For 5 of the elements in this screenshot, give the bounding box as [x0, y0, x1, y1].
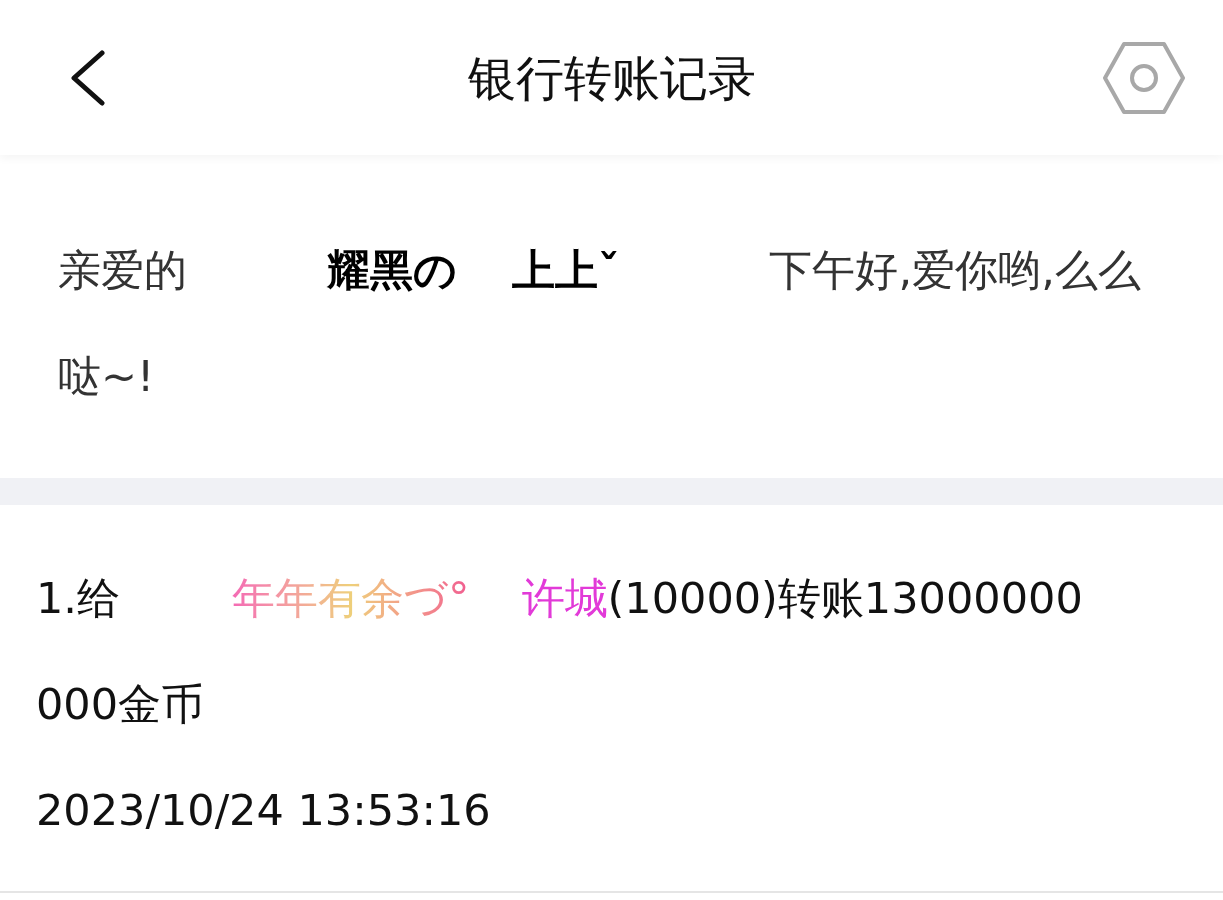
record-text: 1.给 年年有余づ° 许城(10000)转账13000000000金币 — [36, 572, 1084, 731]
page-title: 银行转账记录 — [467, 48, 756, 108]
back-icon[interactable] — [68, 49, 106, 106]
record-time: 2023/10/24 13:53:16 — [36, 784, 492, 837]
greeting-text: 亲爱的 耀黑の 上上ˇ 下午好,爱你哟,么么哒~! — [58, 244, 1142, 403]
